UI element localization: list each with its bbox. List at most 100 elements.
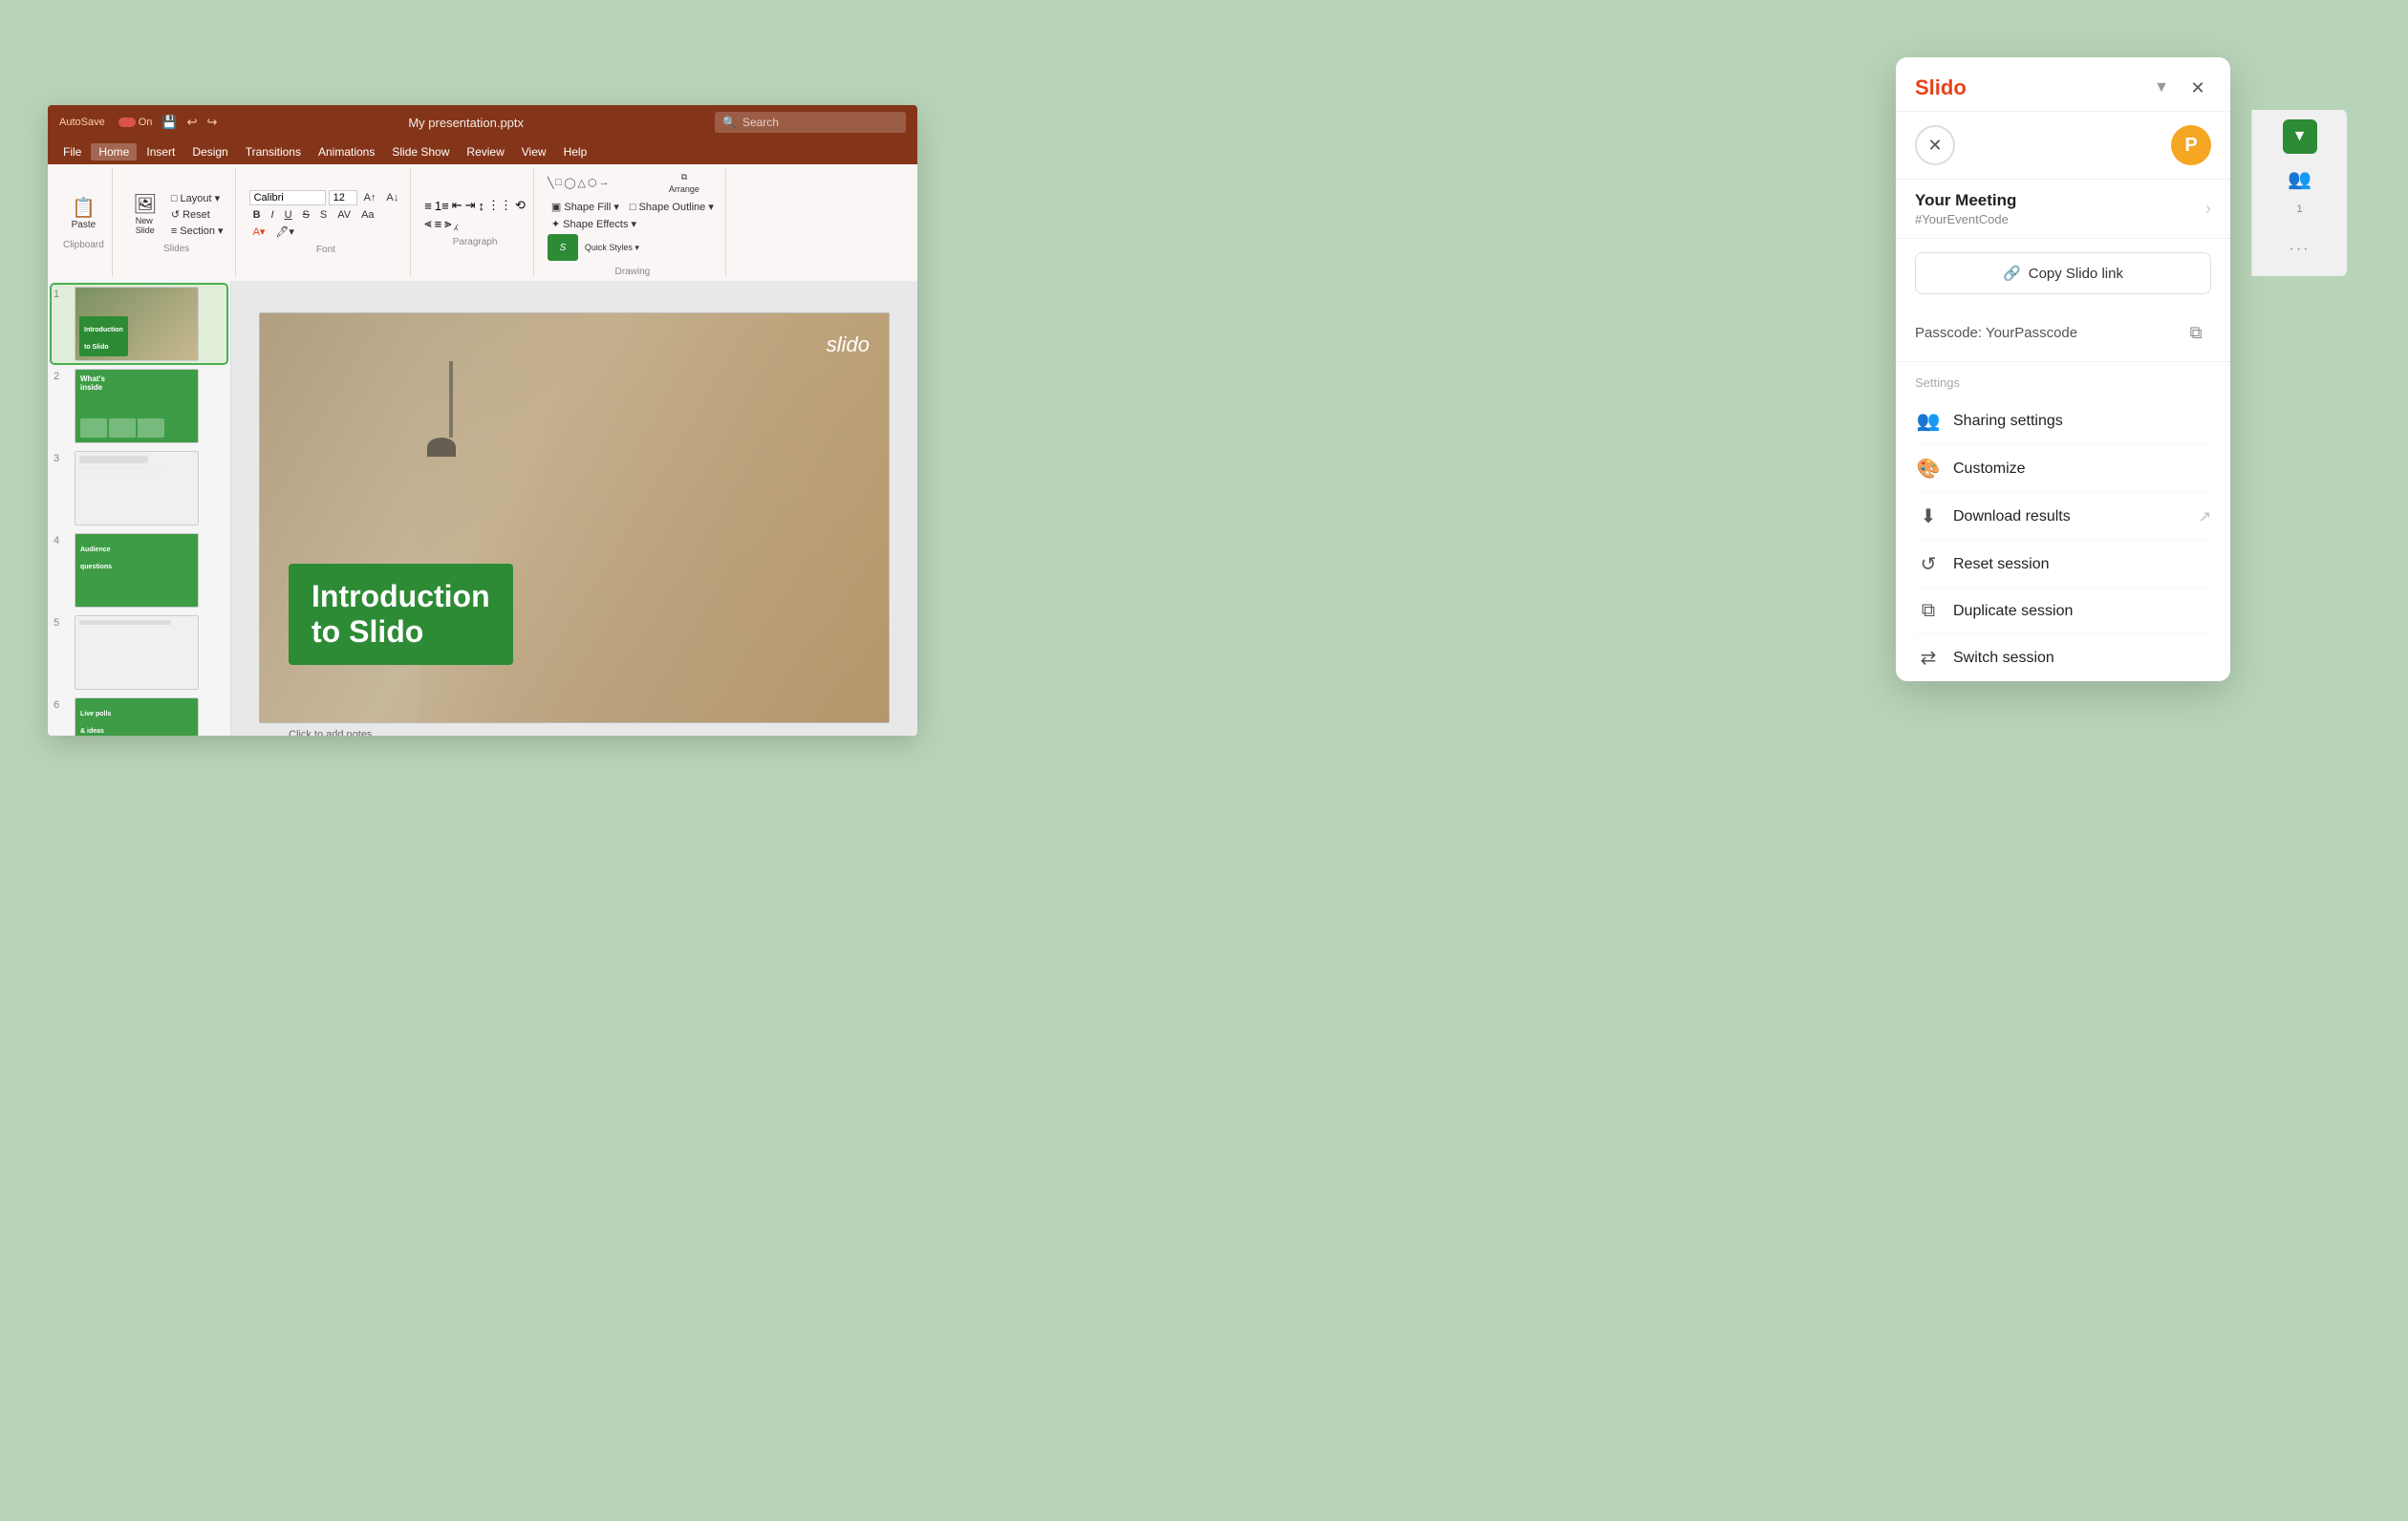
layout-button[interactable]: □ Layout ▾ xyxy=(167,191,227,205)
slido-x-button[interactable]: ✕ xyxy=(1915,125,1955,165)
customize-label: Customize xyxy=(1953,461,2026,478)
bold-button[interactable]: B xyxy=(249,208,265,222)
duplicate-session-item[interactable]: ⧉ Duplicate session xyxy=(1915,589,2211,634)
shape-fill-btn[interactable]: ▣ Shape Fill ▾ xyxy=(548,200,623,214)
slide-thumb-5[interactable]: 5 xyxy=(52,613,226,692)
redo-icon[interactable]: ↪ xyxy=(206,115,217,130)
shape-6[interactable]: → xyxy=(599,177,610,189)
strikethrough-button[interactable]: S xyxy=(299,208,313,222)
slido-logo: Slido xyxy=(1915,75,1967,100)
decrease-font[interactable]: A↓ xyxy=(382,191,402,204)
bullets-btn[interactable]: ≡ xyxy=(424,199,432,213)
font-family-input[interactable] xyxy=(249,190,326,205)
slido-meeting-row[interactable]: Your Meeting #YourEventCode › xyxy=(1896,180,2230,239)
slido-ribbon-btn[interactable]: S xyxy=(548,234,578,261)
shape-2[interactable]: □ xyxy=(556,177,563,189)
slido-minimize-button[interactable]: ▼ xyxy=(2148,75,2175,101)
slide-img-6: Live polls& ideas xyxy=(75,697,199,736)
passcode-text: Passcode: YourPasscode xyxy=(1915,325,2077,341)
menu-view[interactable]: View xyxy=(514,143,554,161)
duplicate-session-left: ⧉ Duplicate session xyxy=(1915,600,2073,622)
ribbon-font: A↑ A↓ B I U S S AV Aa A▾ 🖊▾ Font xyxy=(242,168,412,277)
sidebar-expand-button[interactable]: ▼ xyxy=(2283,119,2317,154)
shape-effects-btn[interactable]: ✦ Shape Effects ▾ xyxy=(548,217,640,231)
new-slide-button[interactable]: 🖼 NewSlide xyxy=(126,196,164,234)
arrange-button[interactable]: ⧉ Arrange xyxy=(669,168,699,197)
download-results-left: ⬇ Download results xyxy=(1915,504,2071,528)
more-options-button[interactable]: ··· xyxy=(2283,232,2317,267)
menu-file[interactable]: File xyxy=(55,143,89,161)
reset-session-label: Reset session xyxy=(1953,556,2050,573)
slide-thumb-3[interactable]: 3 xyxy=(52,449,226,527)
copy-passcode-button[interactable]: ⧉ xyxy=(2181,317,2211,348)
align-right-btn[interactable]: ⫸ xyxy=(444,216,451,231)
justify-btn[interactable]: ⁁ xyxy=(455,216,458,231)
increase-font[interactable]: A↑ xyxy=(360,191,380,204)
paste-button[interactable]: 📋 Paste xyxy=(64,196,102,234)
reset-session-item[interactable]: ↺ Reset session xyxy=(1915,541,2211,589)
sharing-settings-item[interactable]: 👥 Sharing settings xyxy=(1915,397,2211,445)
paste-icon: 📋 xyxy=(72,199,96,218)
underline-button[interactable]: U xyxy=(281,208,296,222)
autosave-toggle[interactable]: On xyxy=(115,117,153,128)
quick-styles-btn[interactable]: Quick Styles ▾ xyxy=(581,242,643,254)
slide-title-1: Introduction xyxy=(312,579,490,614)
slido-panel: Slido ▼ ✕ ✕ P Your Meeting #YourEventCod… xyxy=(1896,57,2230,681)
menu-home[interactable]: Home xyxy=(91,143,137,161)
shape-outline-btn[interactable]: □ Shape Outline ▾ xyxy=(626,200,718,214)
highlight-btn[interactable]: 🖊▾ xyxy=(271,225,298,239)
sharing-settings-icon: 👥 xyxy=(1915,409,1942,433)
menu-animations[interactable]: Animations xyxy=(311,143,382,161)
menu-transitions[interactable]: Transitions xyxy=(238,143,309,161)
increase-indent-btn[interactable]: ⇥ xyxy=(465,198,476,213)
shape-1[interactable]: ╲ xyxy=(548,177,554,189)
slide-thumb-2[interactable]: 2 What'sinside xyxy=(52,367,226,445)
menu-review[interactable]: Review xyxy=(459,143,511,161)
font-size-input[interactable] xyxy=(329,190,357,205)
slide-notes[interactable]: Click to add notes xyxy=(289,729,372,736)
shape-3[interactable]: ◯ xyxy=(564,177,575,189)
save-icon[interactable]: 💾 xyxy=(161,115,177,130)
ribbon-paragraph: ≡ 1≡ ⇤ ⇥ ↕ ⋮⋮ ⟲ ⫷ ≡ ⫸ ⁁ Paragraph xyxy=(417,168,534,277)
undo-icon[interactable]: ↩ xyxy=(187,115,198,130)
text-direction-btn[interactable]: ⟲ xyxy=(515,198,526,213)
customize-item[interactable]: 🎨 Customize xyxy=(1915,445,2211,493)
menu-insert[interactable]: Insert xyxy=(139,143,183,161)
shadow-button[interactable]: S xyxy=(316,208,331,222)
main-slide[interactable]: Introduction to Slido slido xyxy=(259,312,890,723)
align-center-btn[interactable]: ≡ xyxy=(435,217,442,231)
ribbon-slides: 🖼 NewSlide □ Layout ▾ ↺ Reset ≡ Section … xyxy=(118,168,236,277)
align-left-btn[interactable]: ⫷ xyxy=(424,216,431,231)
ppt-search[interactable]: 🔍 Search xyxy=(715,112,906,133)
lamp-decoration xyxy=(427,332,475,447)
slide-thumb-6[interactable]: 6 Live polls& ideas xyxy=(52,696,226,736)
reset-button[interactable]: ↺ Reset xyxy=(167,207,227,222)
columns-btn[interactable]: ⋮⋮ xyxy=(487,198,512,213)
decrease-indent-btn[interactable]: ⇤ xyxy=(452,198,462,213)
slide-4-label: Audiencequestions xyxy=(80,546,112,570)
download-results-item[interactable]: ⬇ Download results ↗ xyxy=(1915,493,2211,541)
menu-slideshow[interactable]: Slide Show xyxy=(384,143,457,161)
copy-link-button[interactable]: 🔗 Copy Slido link xyxy=(1915,252,2211,294)
autosave-status: On xyxy=(139,117,153,128)
more-icon: ··· xyxy=(2290,241,2311,258)
slide-thumb-1[interactable]: 1 Introductionto Slido xyxy=(52,285,226,363)
slide-thumb-4[interactable]: 4 Audiencequestions xyxy=(52,531,226,610)
line-spacing-btn[interactable]: ↕ xyxy=(479,199,485,213)
numbered-btn[interactable]: 1≡ xyxy=(435,199,449,213)
slido-settings-section: Settings 👥 Sharing settings 🎨 Customize … xyxy=(1896,362,2230,681)
slido-close-button[interactable]: ✕ xyxy=(2184,75,2211,101)
participants-button[interactable]: 👥 xyxy=(2283,161,2317,196)
switch-session-item[interactable]: ⇄ Switch session xyxy=(1915,634,2211,681)
font-color-btn[interactable]: A▾ xyxy=(249,225,269,239)
shape-4[interactable]: △ xyxy=(578,177,586,189)
menu-help[interactable]: Help xyxy=(556,143,595,161)
text-case-button[interactable]: Aa xyxy=(357,208,377,222)
powerpoint-window: AutoSave On 💾 ↩ ↪ My presentation.pptx 🔍… xyxy=(48,105,917,736)
italic-button[interactable]: I xyxy=(268,208,278,222)
shape-5[interactable]: ⬡ xyxy=(588,177,597,189)
ribbon-drawing: ╲ □ ◯ △ ⬡ → ⧉ Arrange ▣ S xyxy=(540,168,726,277)
char-spacing-button[interactable]: AV xyxy=(333,208,355,222)
section-button[interactable]: ≡ Section ▾ xyxy=(167,224,227,238)
menu-design[interactable]: Design xyxy=(184,143,235,161)
